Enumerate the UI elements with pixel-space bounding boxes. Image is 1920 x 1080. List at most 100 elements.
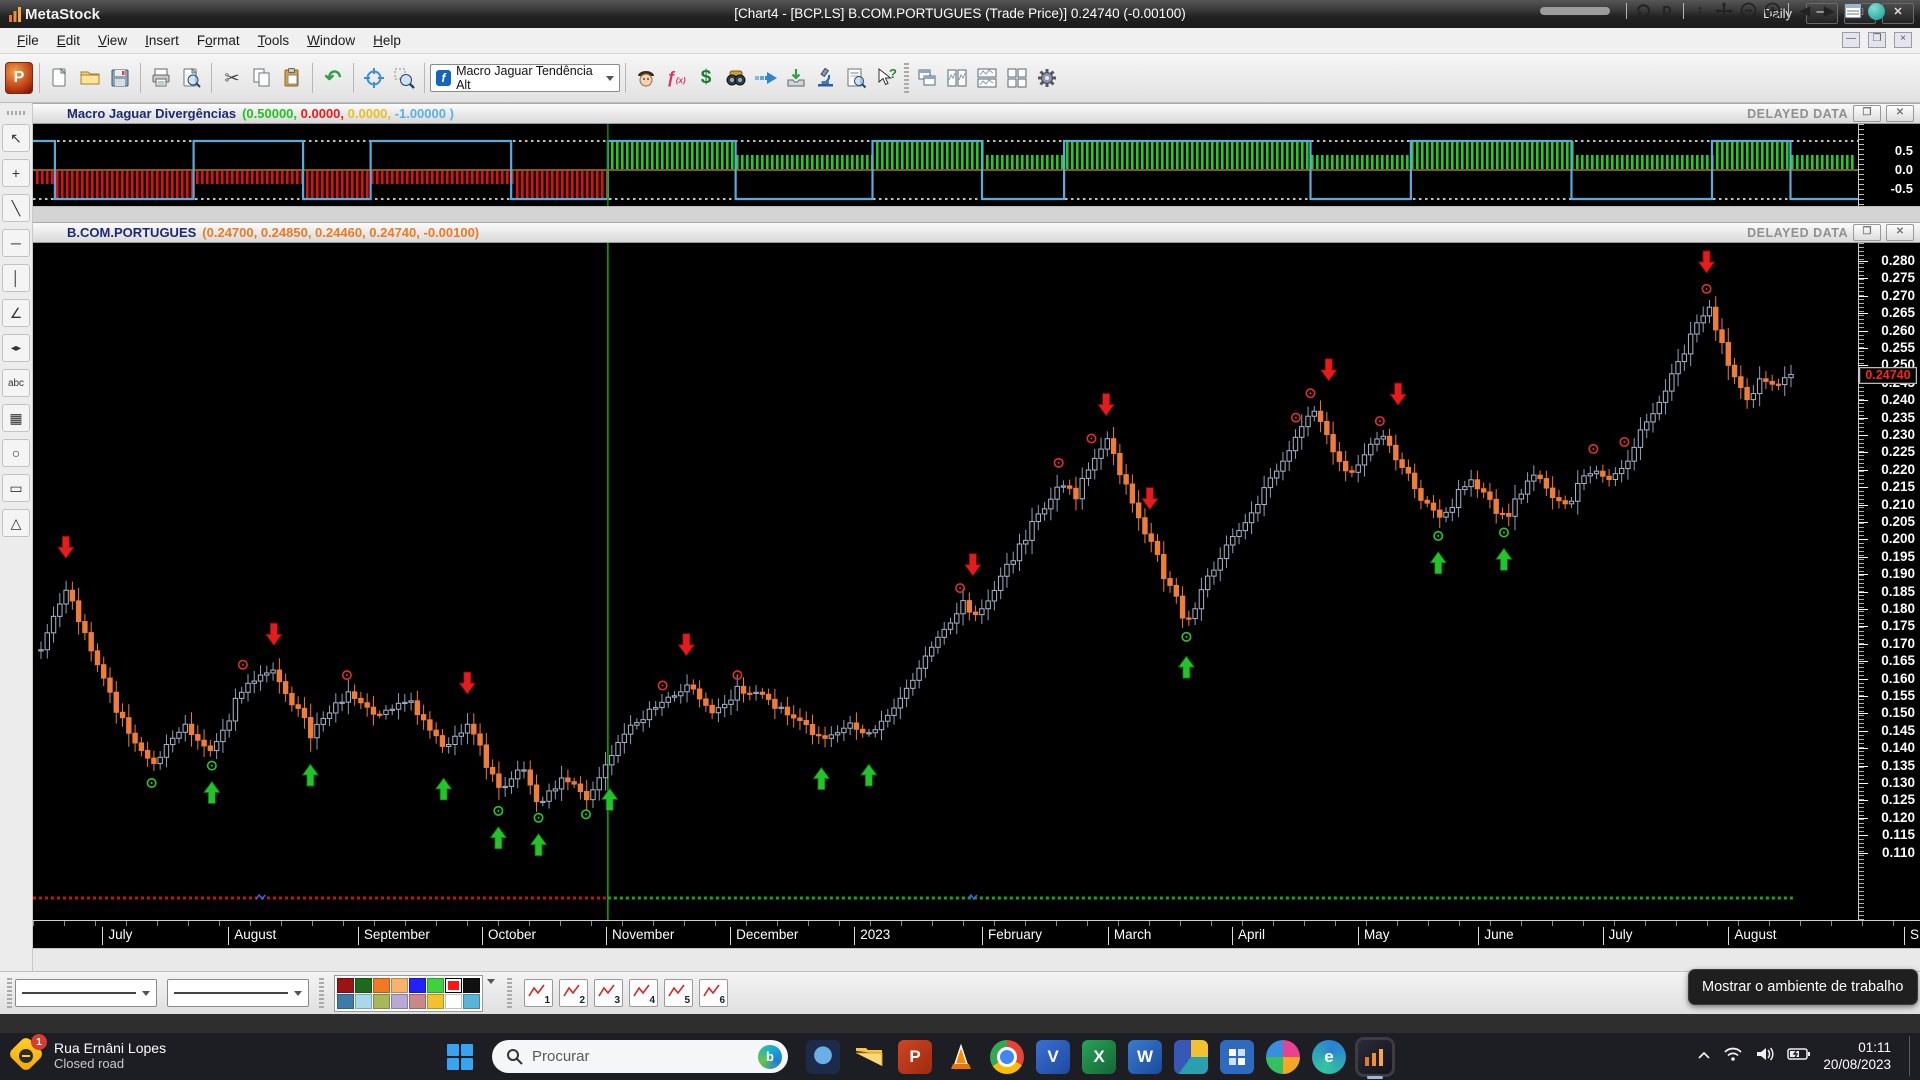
menu-format[interactable]: Format	[188, 30, 249, 52]
scroll-left-button[interactable]: ◀	[1793, 1, 1817, 20]
menu-edit[interactable]: Edit	[48, 30, 89, 52]
power-console-button[interactable]: P	[4, 62, 34, 94]
tile-horizontal-button[interactable]	[972, 62, 1002, 94]
explorer-button[interactable]	[721, 62, 751, 94]
calculator-icon[interactable]	[1220, 1040, 1254, 1074]
indicator-combo[interactable]: fMacro Jaguar Tendência Alt	[430, 64, 620, 92]
tile-vertical-button[interactable]	[942, 62, 972, 94]
pointer-tool[interactable]: ↖	[2, 124, 30, 152]
text-tool[interactable]: abc	[2, 369, 30, 397]
close-button[interactable]: ✕	[1882, 3, 1914, 24]
trendline-tool[interactable]: ╲	[2, 194, 30, 222]
report-button[interactable]	[841, 62, 871, 94]
color-swatch[interactable]	[445, 978, 462, 993]
color-swatch[interactable]	[463, 978, 480, 993]
vlc-icon[interactable]	[944, 1040, 978, 1074]
downloader-button[interactable]	[781, 62, 811, 94]
color-swatch[interactable]	[391, 978, 408, 993]
color-swatch[interactable]	[463, 994, 480, 1009]
periodicity-button[interactable]: D	[1655, 1, 1679, 20]
forecaster-button[interactable]	[751, 62, 781, 94]
scale-vertical-button[interactable]: ↕	[1688, 1, 1712, 20]
menu-window[interactable]: Window	[298, 30, 364, 52]
new-chart-button[interactable]	[45, 62, 75, 94]
word-icon[interactable]: W	[1128, 1040, 1162, 1074]
line-style-combo[interactable]	[15, 979, 157, 1007]
ellipse-tool[interactable]: ○	[2, 439, 30, 467]
color-swatch[interactable]	[373, 994, 390, 1009]
photos-icon[interactable]	[1266, 1040, 1300, 1074]
show-desktop-button[interactable]	[1909, 1036, 1910, 1076]
zoom-in-button[interactable]	[1760, 1, 1784, 20]
horizontal-line-tool[interactable]: ─	[2, 229, 30, 257]
menu-help[interactable]: Help	[364, 30, 410, 52]
wifi-icon[interactable]	[1723, 1046, 1743, 1067]
refresh-button[interactable]	[1631, 1, 1655, 20]
cycle-tool[interactable]: ◂▸	[2, 334, 30, 362]
color-swatch[interactable]	[391, 994, 408, 1009]
visual-studio-icon[interactable]: V	[1036, 1040, 1070, 1074]
indicator-close-button[interactable]: ✕	[1886, 105, 1914, 122]
options-scan-button[interactable]: $	[691, 62, 721, 94]
color-swatch[interactable]	[427, 994, 444, 1009]
data-window-button[interactable]	[1841, 1, 1865, 20]
excel-icon[interactable]: X	[1082, 1040, 1116, 1074]
print-button[interactable]	[146, 62, 176, 94]
save-chart-button[interactable]	[105, 62, 135, 94]
chart-layout-1-button[interactable]: 1	[524, 979, 553, 1007]
chrome-icon[interactable]	[990, 1040, 1024, 1074]
context-help-button[interactable]: ?	[871, 62, 901, 94]
tile-grid-button[interactable]	[1002, 62, 1032, 94]
battery-icon[interactable]	[1787, 1047, 1811, 1066]
color-swatch[interactable]	[337, 978, 354, 993]
paste-button[interactable]	[277, 62, 307, 94]
rectangle-tool[interactable]: ▭	[2, 474, 30, 502]
color-swatch[interactable]	[445, 994, 462, 1009]
triangle-tool[interactable]: △	[2, 509, 30, 537]
zoom-area-button[interactable]	[389, 62, 419, 94]
menu-insert[interactable]: Insert	[136, 30, 188, 52]
system-tester-button[interactable]	[811, 62, 841, 94]
undo-button[interactable]: ↶	[318, 62, 348, 94]
price-restore-button[interactable]: ❐	[1853, 224, 1881, 241]
teams-icon[interactable]	[806, 1040, 840, 1074]
chart-layout-2-button[interactable]: 2	[559, 979, 588, 1007]
indicator-builder-button[interactable]: ƒ(x)	[661, 62, 691, 94]
color-swatch[interactable]	[409, 994, 426, 1009]
price-chart-plot[interactable]	[33, 243, 1858, 920]
color-swatch[interactable]	[355, 994, 372, 1009]
volume-icon[interactable]	[1755, 1046, 1775, 1067]
metastock-icon[interactable]	[1358, 1040, 1392, 1074]
chart-layout-3-button[interactable]: 3	[594, 979, 623, 1007]
taskbar-clock[interactable]: 01:11 20/08/2023	[1823, 1039, 1891, 1073]
scrollbar-thumb[interactable]	[1540, 7, 1610, 15]
open-chart-button[interactable]	[75, 62, 105, 94]
indicator-plot[interactable]	[33, 124, 1858, 206]
price-close-button[interactable]: ✕	[1886, 224, 1914, 241]
grid-tool[interactable]: ▦	[2, 404, 30, 432]
copy-button[interactable]	[247, 62, 277, 94]
chart-layout-4-button[interactable]: 4	[629, 979, 658, 1007]
chart-layout-5-button[interactable]: 5	[664, 979, 693, 1007]
start-button[interactable]	[447, 1044, 473, 1070]
print-preview-button[interactable]	[176, 62, 206, 94]
crosshair-button[interactable]	[359, 62, 389, 94]
color-swatch[interactable]	[409, 978, 426, 993]
zoom-out-button[interactable]	[1736, 1, 1760, 20]
expert-advisor-button[interactable]	[631, 62, 661, 94]
search-input[interactable]: Procurar b	[492, 1040, 788, 1073]
crosshair-tool[interactable]: +	[2, 159, 30, 187]
store-icon[interactable]	[1174, 1040, 1208, 1074]
pan-button[interactable]	[1712, 1, 1736, 20]
color-swatch[interactable]	[337, 994, 354, 1009]
chart-layout-6-button[interactable]: 6	[699, 979, 728, 1007]
palette-dropdown[interactable]	[487, 984, 495, 1002]
angle-line-tool[interactable]: ∠	[2, 299, 30, 327]
indicator-restore-button[interactable]: ❐	[1853, 105, 1881, 122]
color-swatch[interactable]	[355, 978, 372, 993]
powerpoint-icon[interactable]: P	[898, 1040, 932, 1074]
mdi-close-icon[interactable]: ×	[1894, 32, 1912, 48]
menu-file[interactable]: File	[8, 30, 48, 52]
bing-icon[interactable]: b	[758, 1045, 782, 1069]
line-weight-combo[interactable]	[167, 979, 309, 1007]
